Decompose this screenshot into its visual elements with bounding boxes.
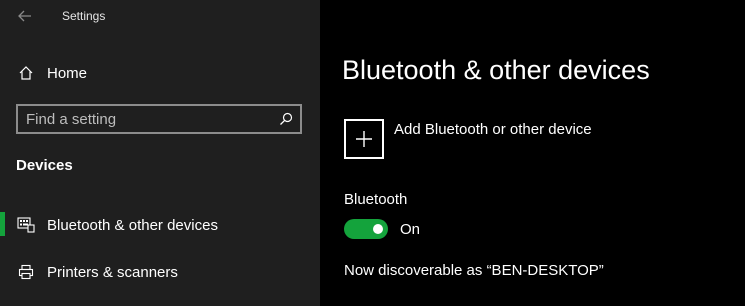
back-button[interactable] bbox=[14, 6, 36, 26]
sidebar: Settings Home Devices bbox=[0, 0, 320, 306]
page-title: Bluetooth & other devices bbox=[342, 55, 650, 85]
sidebar-item-label: Printers & scanners bbox=[47, 263, 178, 281]
search-input[interactable] bbox=[26, 110, 272, 128]
window-title: Settings bbox=[62, 9, 106, 23]
keyboard-icon bbox=[16, 215, 36, 235]
printer-icon bbox=[16, 262, 36, 282]
bluetooth-heading: Bluetooth bbox=[344, 191, 408, 208]
search-icon[interactable] bbox=[277, 110, 295, 128]
sidebar-item-bluetooth[interactable]: Bluetooth & other devices bbox=[0, 205, 320, 245]
section-title: Devices bbox=[16, 157, 73, 174]
discoverable-status: Now discoverable as “BEN-DESKTOP” bbox=[344, 262, 604, 279]
main-content: Bluetooth & other devices Add Bluetooth … bbox=[320, 0, 745, 306]
sidebar-item-label: Home bbox=[47, 64, 88, 82]
sidebar-item-printers[interactable]: Printers & scanners bbox=[0, 252, 320, 292]
back-arrow-icon bbox=[18, 10, 31, 22]
add-device-button[interactable] bbox=[344, 119, 384, 159]
add-device-label[interactable]: Add Bluetooth or other device bbox=[394, 121, 592, 138]
plus-icon bbox=[356, 131, 372, 147]
toggle-state-label: On bbox=[400, 221, 421, 238]
toggle-knob bbox=[373, 224, 383, 234]
sidebar-item-label: Bluetooth & other devices bbox=[47, 216, 218, 234]
search-box[interactable] bbox=[16, 104, 302, 134]
sidebar-item-home[interactable]: Home bbox=[0, 53, 320, 93]
bluetooth-toggle[interactable] bbox=[344, 219, 388, 239]
home-icon bbox=[16, 63, 36, 83]
